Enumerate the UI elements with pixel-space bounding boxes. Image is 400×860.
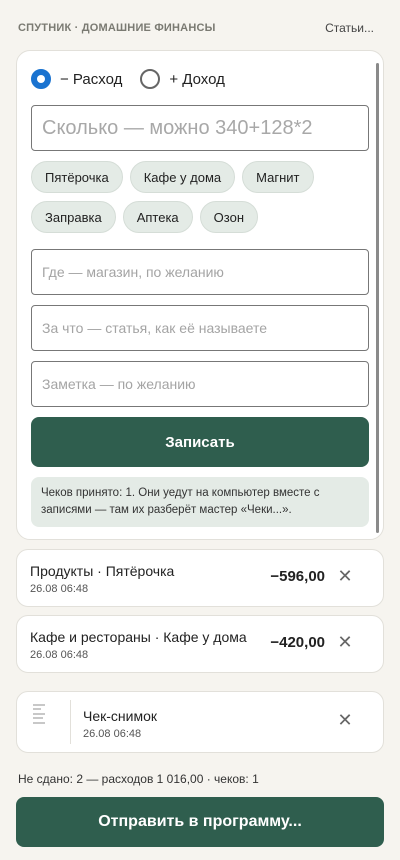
chip-magnit[interactable]: Магнит — [242, 161, 314, 193]
entry-card: Продукты · Пятёрочка 26.08 06:48 −596,00… — [16, 549, 384, 607]
articles-link[interactable]: Статьи... — [325, 21, 374, 35]
income-label: + Доход — [169, 70, 225, 88]
income-radio[interactable] — [140, 69, 161, 89]
close-icon[interactable]: ✕ — [335, 632, 355, 652]
app-title: СПУТНИК · ДОМАШНИЕ ФИНАНСЫ — [18, 22, 216, 34]
entry-amount: −420,00 — [270, 634, 325, 651]
send-to-program-button[interactable]: Отправить в программу... — [16, 797, 384, 847]
quick-store-chips: Пятёрочка Кафе у дома Магнит Заправка Ап… — [31, 161, 371, 233]
amount-input[interactable] — [31, 105, 369, 151]
chip-apteka[interactable]: Аптека — [122, 201, 193, 233]
entry-title: Чек-снимок — [83, 708, 157, 724]
chip-pyaterochka[interactable]: Пятёрочка — [31, 161, 123, 193]
scrollbar[interactable] — [376, 63, 379, 533]
expense-label: − Расход — [60, 70, 123, 88]
type-selector: − Расход + Доход — [31, 69, 225, 89]
close-icon[interactable]: ✕ — [335, 566, 355, 586]
entry-amount: −596,00 — [270, 568, 325, 585]
expense-option[interactable]: − Расход — [31, 69, 122, 89]
entry-title: Кафе и рестораны · Кафе у дома — [30, 629, 247, 645]
entry-card: Кафе и рестораны · Кафе у дома 26.08 06:… — [16, 615, 384, 673]
where-input[interactable] — [31, 249, 369, 295]
top-bar: СПУТНИК · ДОМАШНИЕ ФИНАНСЫ Статьи... — [18, 20, 374, 36]
entry-date: 26.08 06:48 — [30, 649, 89, 661]
receipt-info-message: Чеков принято: 1. Они уедут на компьютер… — [31, 477, 369, 527]
receipt-entry-card: Чек-снимок 26.08 06:48 ✕ — [16, 691, 384, 753]
pending-summary: Не сдано: 2 — расходов 1 016,00 · чеков:… — [18, 772, 259, 786]
entry-title: Продукты · Пятёрочка — [30, 563, 175, 579]
entry-date: 26.08 06:48 — [30, 583, 89, 595]
chip-ozon[interactable]: Озон — [199, 201, 258, 233]
entry-form-card: − Расход + Доход Пятёрочка Кафе у дома М… — [16, 50, 384, 540]
chip-zapravka[interactable]: Заправка — [31, 201, 116, 233]
expense-radio[interactable] — [31, 69, 51, 89]
entry-date: 26.08 06:48 — [83, 728, 142, 740]
receipt-thumbnail-icon[interactable] — [29, 700, 71, 744]
save-button[interactable]: Записать — [31, 417, 369, 467]
income-option[interactable]: + Доход — [140, 69, 225, 89]
category-input[interactable] — [31, 305, 369, 351]
close-icon[interactable]: ✕ — [335, 710, 355, 730]
note-input[interactable] — [31, 361, 369, 407]
chip-cafe-u-doma[interactable]: Кафе у дома — [129, 161, 236, 193]
